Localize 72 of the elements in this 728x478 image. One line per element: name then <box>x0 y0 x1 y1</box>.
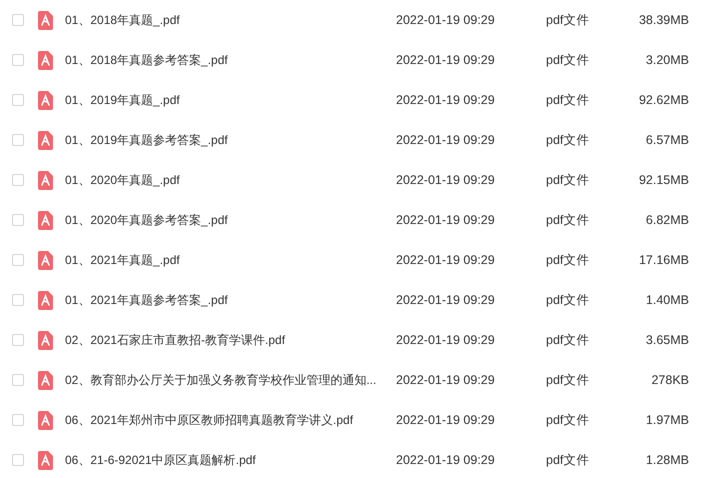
file-name[interactable]: 01、2021年真题参考答案_.pdf <box>65 292 396 308</box>
modified-date: 2022-01-19 09:29 <box>396 213 496 227</box>
file-size: 6.82MB <box>644 213 689 227</box>
modified-date: 2022-01-19 09:29 <box>396 453 496 467</box>
file-type: pdf文件 <box>546 12 590 28</box>
modified-date: 2022-01-19 09:29 <box>396 173 496 187</box>
checkbox[interactable] <box>12 214 24 226</box>
pdf-file-icon <box>38 410 53 430</box>
pdf-file-icon <box>38 450 53 470</box>
file-size: 6.57MB <box>644 133 689 147</box>
modified-date: 2022-01-19 09:29 <box>396 133 496 147</box>
file-size: 3.65MB <box>644 333 689 347</box>
file-size: 38.39MB <box>638 13 689 27</box>
modified-date: 2022-01-19 09:29 <box>396 93 496 107</box>
pdf-file-icon <box>38 50 53 70</box>
file-type: pdf文件 <box>546 372 590 388</box>
file-type: pdf文件 <box>546 132 590 148</box>
file-size: 1.97MB <box>644 413 689 427</box>
file-name[interactable]: 01、2018年真题_.pdf <box>65 12 396 28</box>
file-name[interactable]: 01、2019年真题参考答案_.pdf <box>65 132 396 148</box>
pdf-file-icon <box>38 330 53 350</box>
pdf-file-icon <box>38 90 53 110</box>
file-type: pdf文件 <box>546 52 590 68</box>
modified-date: 2022-01-19 09:29 <box>396 293 496 307</box>
file-name[interactable]: 01、2018年真题参考答案_.pdf <box>65 52 396 68</box>
modified-date: 2022-01-19 09:29 <box>396 13 496 27</box>
file-type: pdf文件 <box>546 452 590 468</box>
file-name[interactable]: 01、2021年真题_.pdf <box>65 252 396 268</box>
file-type: pdf文件 <box>546 292 590 308</box>
file-name[interactable]: 06、21-6-92021中原区真题解析.pdf <box>65 452 396 468</box>
file-type: pdf文件 <box>546 92 590 108</box>
file-size: 1.28MB <box>644 453 689 467</box>
pdf-file-icon <box>38 370 53 390</box>
file-type: pdf文件 <box>546 172 590 188</box>
pdf-file-icon <box>38 290 53 310</box>
file-size: 3.20MB <box>644 53 689 67</box>
modified-date: 2022-01-19 09:29 <box>396 333 496 347</box>
pdf-file-icon <box>38 130 53 150</box>
file-type: pdf文件 <box>546 332 590 348</box>
file-name[interactable]: 01、2020年真题参考答案_.pdf <box>65 212 396 228</box>
file-size: 1.40MB <box>644 293 689 307</box>
modified-date: 2022-01-19 09:29 <box>396 373 496 387</box>
file-type: pdf文件 <box>546 412 590 428</box>
checkbox[interactable] <box>12 414 24 426</box>
checkbox[interactable] <box>12 454 24 466</box>
checkbox[interactable] <box>12 54 24 66</box>
file-type: pdf文件 <box>546 252 590 268</box>
modified-date: 2022-01-19 09:29 <box>396 413 496 427</box>
file-name[interactable]: 01、2019年真题_.pdf <box>65 92 396 108</box>
checkbox[interactable] <box>12 334 24 346</box>
checkbox[interactable] <box>12 94 24 106</box>
pdf-file-icon <box>38 210 53 230</box>
file-size: 278KB <box>650 373 689 387</box>
checkbox[interactable] <box>12 294 24 306</box>
checkbox[interactable] <box>12 14 24 26</box>
pdf-file-icon <box>38 250 53 270</box>
file-size: 17.16MB <box>638 253 689 267</box>
file-size: 92.62MB <box>638 93 689 107</box>
modified-date: 2022-01-19 09:29 <box>396 53 496 67</box>
checkbox[interactable] <box>12 174 24 186</box>
file-size: 92.15MB <box>638 173 689 187</box>
modified-date: 2022-01-19 09:29 <box>396 253 496 267</box>
checkbox[interactable] <box>12 254 24 266</box>
file-type: pdf文件 <box>546 212 590 228</box>
checkbox[interactable] <box>12 134 24 146</box>
file-name[interactable]: 01、2020年真题_.pdf <box>65 172 396 188</box>
file-name[interactable]: 06、2021年郑州市中原区教师招聘真题教育学讲义.pdf <box>65 412 396 428</box>
file-name[interactable]: 02、2021石家庄市直教招-教育学课件.pdf <box>65 332 396 348</box>
pdf-file-icon <box>38 170 53 190</box>
pdf-file-icon <box>38 10 53 30</box>
file-name[interactable]: 02、教育部办公厅关于加强义务教育学校作业管理的通知... <box>65 372 396 388</box>
checkbox[interactable] <box>12 374 24 386</box>
